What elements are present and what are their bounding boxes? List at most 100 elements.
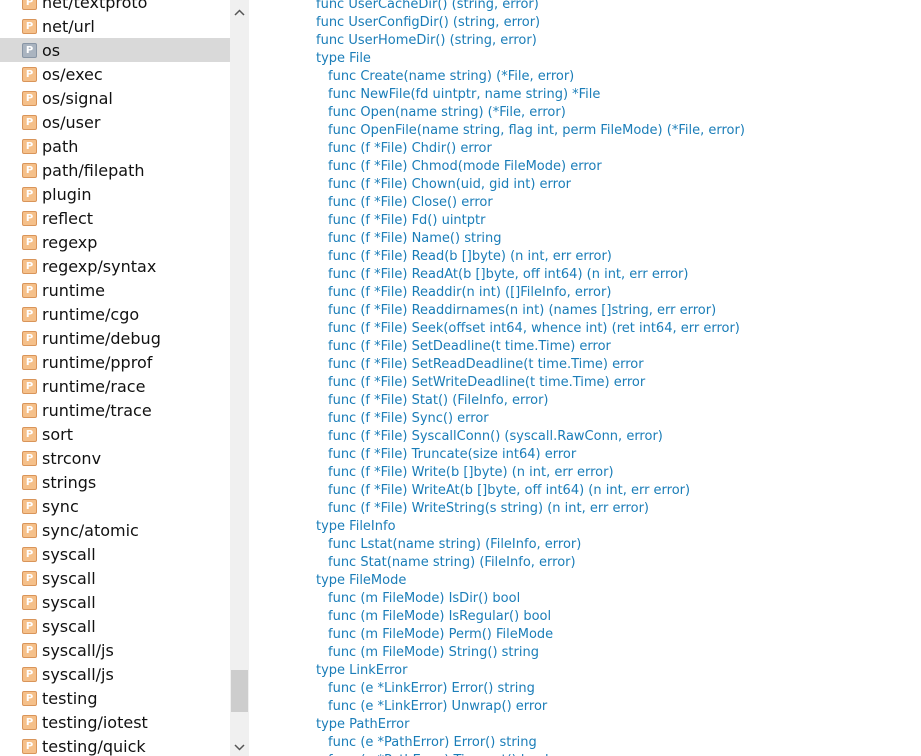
- package-item[interactable]: Psyscall: [0, 566, 230, 590]
- package-doc-index: func UserCacheDir() (string, error) func …: [249, 0, 921, 756]
- package-item[interactable]: Pruntime/cgo: [0, 302, 230, 326]
- package-item[interactable]: Pregexp/syntax: [0, 254, 230, 278]
- doc-func-link[interactable]: func (f *File) SetDeadline(t time.Time) …: [316, 338, 745, 356]
- doc-func-link[interactable]: func (f *File) Readdirnames(n int) (name…: [316, 302, 745, 320]
- doc-func-link[interactable]: func (m FileMode) Perm() FileMode: [316, 626, 745, 644]
- package-icon: P: [22, 594, 37, 610]
- package-item[interactable]: Pos: [0, 38, 230, 62]
- package-item[interactable]: Psyscall: [0, 590, 230, 614]
- doc-func-link[interactable]: func (f *File) Chown(uid, gid int) error: [316, 176, 745, 194]
- package-icon: P: [22, 570, 37, 586]
- package-item[interactable]: Pnet/url: [0, 14, 230, 38]
- chevron-down-icon: [234, 744, 245, 751]
- doc-func-link[interactable]: func (e *PathError) Error() string: [316, 734, 745, 752]
- doc-func-link[interactable]: func (f *File) Readdir(n int) ([]FileInf…: [316, 284, 745, 302]
- package-item[interactable]: Psort: [0, 422, 230, 446]
- doc-type-link[interactable]: type LinkError: [316, 662, 745, 680]
- doc-func-link[interactable]: func (f *File) Seek(offset int64, whence…: [316, 320, 745, 338]
- doc-type-link[interactable]: type FileInfo: [316, 518, 745, 536]
- package-item[interactable]: Psyscall: [0, 614, 230, 638]
- package-icon: P: [22, 450, 37, 466]
- doc-func-link[interactable]: func (f *File) Fd() uintptr: [316, 212, 745, 230]
- package-icon: P: [22, 690, 37, 706]
- doc-func-link[interactable]: func (f *File) SetWriteDeadline(t time.T…: [316, 374, 745, 392]
- doc-func-link[interactable]: func (m FileMode) IsRegular() bool: [316, 608, 745, 626]
- doc-func-link[interactable]: func OpenFile(name string, flag int, per…: [316, 122, 745, 140]
- package-item[interactable]: Psync: [0, 494, 230, 518]
- doc-type-link[interactable]: type File: [316, 50, 745, 68]
- scroll-thumb[interactable]: [231, 670, 248, 712]
- doc-func-link[interactable]: func (f *File) Stat() (FileInfo, error): [316, 392, 745, 410]
- doc-func-link[interactable]: func (f *File) Read(b []byte) (n int, er…: [316, 248, 745, 266]
- doc-func-link[interactable]: func (f *File) Truncate(size int64) erro…: [316, 446, 745, 464]
- doc-type-link[interactable]: type PathError: [316, 716, 745, 734]
- package-label: runtime/debug: [42, 328, 161, 348]
- package-label: plugin: [42, 184, 92, 204]
- doc-func-link[interactable]: func (f *File) Name() string: [316, 230, 745, 248]
- doc-func-link[interactable]: func (e *LinkError) Unwrap() error: [316, 698, 745, 716]
- doc-func-link[interactable]: func Open(name string) (*File, error): [316, 104, 745, 122]
- doc-func-link[interactable]: func (f *File) WriteString(s string) (n …: [316, 500, 745, 518]
- package-label: regexp: [42, 232, 98, 252]
- package-item[interactable]: Pregexp: [0, 230, 230, 254]
- package-item[interactable]: Ptesting/quick: [0, 734, 230, 756]
- package-item[interactable]: Pos/user: [0, 110, 230, 134]
- doc-func-link[interactable]: func (f *File) Write(b []byte) (n int, e…: [316, 464, 745, 482]
- package-label: sync/atomic: [42, 520, 139, 540]
- package-item[interactable]: Preflect: [0, 206, 230, 230]
- doc-func-link[interactable]: func (e *LinkError) Error() string: [316, 680, 745, 698]
- package-item[interactable]: Psync/atomic: [0, 518, 230, 542]
- doc-func-link[interactable]: func NewFile(fd uintptr, name string) *F…: [316, 86, 745, 104]
- package-label: runtime/race: [42, 376, 146, 396]
- package-item[interactable]: Pnet/textproto: [0, 0, 230, 14]
- package-item[interactable]: Psyscall/js: [0, 638, 230, 662]
- package-icon: P: [22, 306, 37, 322]
- package-item[interactable]: Pplugin: [0, 182, 230, 206]
- doc-func-link[interactable]: func (f *File) ReadAt(b []byte, off int6…: [316, 266, 745, 284]
- scroll-down-button[interactable]: [230, 739, 249, 756]
- package-label: os/signal: [42, 88, 113, 108]
- doc-type-link[interactable]: type FileMode: [316, 572, 745, 590]
- doc-func-link[interactable]: func (e *PathError) Timeout() bool: [316, 752, 745, 756]
- doc-func-link[interactable]: func UserConfigDir() (string, error): [316, 14, 745, 32]
- package-item[interactable]: Pruntime/debug: [0, 326, 230, 350]
- package-item[interactable]: Pstrconv: [0, 446, 230, 470]
- package-item[interactable]: Pstrings: [0, 470, 230, 494]
- package-item[interactable]: Ppath/filepath: [0, 158, 230, 182]
- doc-func-link[interactable]: func Stat(name string) (FileInfo, error): [316, 554, 745, 572]
- doc-func-link[interactable]: func UserCacheDir() (string, error): [316, 0, 745, 14]
- doc-func-link[interactable]: func (f *File) Chdir() error: [316, 140, 745, 158]
- doc-func-link[interactable]: func (m FileMode) IsDir() bool: [316, 590, 745, 608]
- package-item[interactable]: Pos/signal: [0, 86, 230, 110]
- package-icon: P: [22, 18, 37, 34]
- doc-func-link[interactable]: func (f *File) Chmod(mode FileMode) erro…: [316, 158, 745, 176]
- package-item[interactable]: Pruntime/pprof: [0, 350, 230, 374]
- package-label: runtime/pprof: [42, 352, 153, 372]
- package-label: regexp/syntax: [42, 256, 157, 276]
- package-icon: P: [22, 330, 37, 346]
- scroll-up-button[interactable]: [230, 2, 249, 22]
- doc-func-link[interactable]: func Create(name string) (*File, error): [316, 68, 745, 86]
- package-item[interactable]: Pruntime/race: [0, 374, 230, 398]
- package-item[interactable]: Ptesting: [0, 686, 230, 710]
- package-item[interactable]: Pruntime: [0, 278, 230, 302]
- package-item[interactable]: Ppath: [0, 134, 230, 158]
- doc-func-link[interactable]: func (f *File) SyscallConn() (syscall.Ra…: [316, 428, 745, 446]
- doc-func-link[interactable]: func (f *File) SetReadDeadline(t time.Ti…: [316, 356, 745, 374]
- doc-func-link[interactable]: func (f *File) WriteAt(b []byte, off int…: [316, 482, 745, 500]
- doc-func-link[interactable]: func (f *File) Sync() error: [316, 410, 745, 428]
- doc-func-link[interactable]: func Lstat(name string) (FileInfo, error…: [316, 536, 745, 554]
- package-icon: P: [22, 66, 37, 82]
- package-icon: P: [22, 114, 37, 130]
- doc-func-link[interactable]: func (f *File) Close() error: [316, 194, 745, 212]
- package-item[interactable]: Pruntime/trace: [0, 398, 230, 422]
- doc-func-link[interactable]: func UserHomeDir() (string, error): [316, 32, 745, 50]
- package-item[interactable]: Pos/exec: [0, 62, 230, 86]
- doc-func-link[interactable]: func (m FileMode) String() string: [316, 644, 745, 662]
- package-item[interactable]: Psyscall/js: [0, 662, 230, 686]
- package-icon: P: [22, 522, 37, 538]
- package-label: runtime: [42, 280, 106, 300]
- package-item[interactable]: Psyscall: [0, 542, 230, 566]
- package-item[interactable]: Ptesting/iotest: [0, 710, 230, 734]
- package-list-scrollbar[interactable]: [230, 0, 249, 756]
